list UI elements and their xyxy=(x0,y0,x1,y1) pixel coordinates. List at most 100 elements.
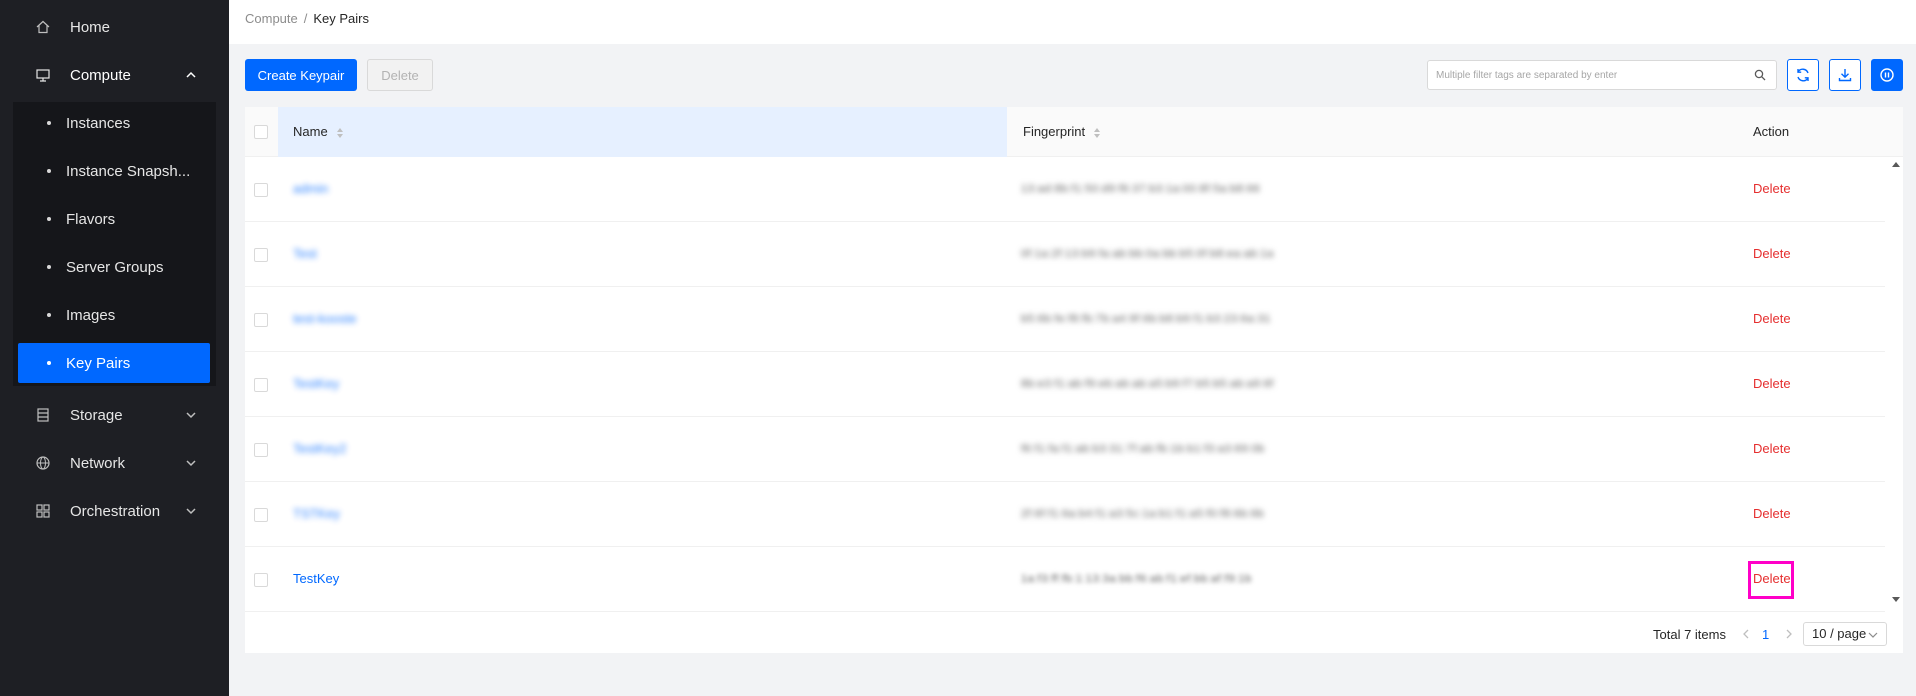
row-checkbox[interactable] xyxy=(254,313,268,327)
fingerprint-value: b5:6b:fe:f8:fb:7b:a4:9f:6b:b8:b9:f1:b3:2… xyxy=(1021,313,1271,325)
table-row: test-kooste b5:6b:fe:f8:fb:7b:a4:9f:6b:b… xyxy=(245,287,1885,352)
row-checkbox[interactable] xyxy=(254,443,268,457)
sidebar-item-instances[interactable]: Instances xyxy=(18,103,210,143)
bullet-icon xyxy=(47,217,51,221)
sidebar-item-key-pairs[interactable]: Key Pairs xyxy=(18,343,210,383)
delete-action-link[interactable]: Delete xyxy=(1753,311,1791,326)
column-header-fingerprint[interactable]: Fingerprint xyxy=(1023,124,1101,139)
home-icon xyxy=(36,20,50,34)
download-button[interactable] xyxy=(1829,59,1861,91)
breadcrumb-parent[interactable]: Compute xyxy=(245,11,298,26)
nav-network-label: Network xyxy=(70,454,126,472)
sort-icon xyxy=(336,127,343,138)
column-header-action: Action xyxy=(1753,124,1790,139)
nav-home[interactable]: Home xyxy=(0,3,229,51)
row-checkbox[interactable] xyxy=(254,573,268,587)
column-label: Fingerprint xyxy=(1023,124,1086,139)
grid-icon xyxy=(36,504,50,518)
table-header: Name Fingerprint Action xyxy=(245,107,1903,157)
delete-action-link[interactable]: Delete xyxy=(1753,441,1791,456)
page-number-current[interactable]: 1 xyxy=(1762,627,1769,642)
keypair-name-link[interactable]: TestKey xyxy=(293,571,339,586)
bullet-icon xyxy=(47,121,51,125)
storage-icon xyxy=(37,408,49,422)
keypair-name-link[interactable]: test-kooste xyxy=(293,311,357,326)
download-icon xyxy=(1838,69,1852,82)
nav-orchestration-label: Orchestration xyxy=(70,502,161,520)
nav-compute[interactable]: Compute xyxy=(0,51,229,99)
monitor-icon xyxy=(36,69,50,82)
refresh-button[interactable] xyxy=(1787,59,1819,91)
globe-icon xyxy=(36,456,50,470)
fingerprint-value: 2f:6f:f1:6a:b4:f1:a3:5c:1a:b1:f1:a5:f0:f… xyxy=(1021,508,1265,520)
sidebar-item-label: Images xyxy=(66,306,116,324)
chevron-down-icon xyxy=(186,412,196,419)
scroll-up-arrow-icon xyxy=(1892,162,1900,167)
breadcrumb-current: Key Pairs xyxy=(313,11,370,26)
keypair-name-link[interactable]: TestKey2 xyxy=(293,441,346,456)
vertical-scrollbar[interactable] xyxy=(1889,157,1903,607)
next-page-icon[interactable] xyxy=(1784,628,1794,640)
sidebar: Home Compute Instances Instance Snapsh..… xyxy=(0,0,229,696)
bullet-icon xyxy=(47,313,51,317)
sidebar-item-label: Flavors xyxy=(66,210,116,228)
delete-action-link[interactable]: Delete xyxy=(1753,246,1791,261)
sorted-column-highlight xyxy=(278,107,1007,157)
chevron-up-icon xyxy=(186,71,196,78)
sidebar-item-server-groups[interactable]: Server Groups xyxy=(18,247,210,287)
select-all-checkbox[interactable] xyxy=(254,125,268,139)
sidebar-item-label: Instance Snapsh... xyxy=(66,162,191,180)
table-row: TestKey 8b:e3:f1:ab:f9:eb:ab:ab:a5:b9:f7… xyxy=(245,352,1885,417)
pause-circle-icon xyxy=(1880,68,1894,82)
breadcrumb: Compute / Key Pairs xyxy=(245,11,369,26)
refresh-icon xyxy=(1797,68,1809,82)
table-row: TestKey2 f6:f1:fa:f1:ab:b3:31:7f:ab:fb:1… xyxy=(245,417,1885,482)
nav-home-label: Home xyxy=(70,18,111,36)
keypair-name-link[interactable]: TestKey xyxy=(293,376,339,391)
sidebar-item-flavors[interactable]: Flavors xyxy=(18,199,210,239)
row-checkbox[interactable] xyxy=(254,248,268,262)
pause-button[interactable] xyxy=(1871,59,1903,91)
nav-storage-label: Storage xyxy=(70,406,123,424)
nav-network[interactable]: Network xyxy=(0,439,229,487)
table-row: Test 0f:1a:2f:13:b9:fa:ab:bb:0a:bb:b5:0f… xyxy=(245,222,1885,287)
row-checkbox[interactable] xyxy=(254,378,268,392)
sidebar-item-label: Key Pairs xyxy=(66,354,131,372)
sidebar-item-instance-snapshots[interactable]: Instance Snapsh... xyxy=(18,151,210,191)
create-keypair-button[interactable]: Create Keypair xyxy=(245,59,357,91)
target-highlight-box xyxy=(1748,561,1794,599)
nav-compute-label: Compute xyxy=(70,66,131,84)
chevron-down-icon xyxy=(186,460,196,467)
column-label: Name xyxy=(293,124,328,139)
table-row: TSTKey 2f:6f:f1:6a:b4:f1:a3:5c:1a:b1:f1:… xyxy=(245,482,1885,547)
keypair-name-link[interactable]: Test xyxy=(293,246,317,261)
page-size-select[interactable]: 10 / page xyxy=(1803,622,1887,646)
delete-button[interactable]: Delete xyxy=(367,59,433,91)
search-input[interactable] xyxy=(1436,67,1736,83)
fingerprint-value: 0f:1a:2f:13:b9:fa:ab:bb:0a:bb:b5:0f:b8:e… xyxy=(1021,248,1274,260)
sidebar-item-images[interactable]: Images xyxy=(18,295,210,335)
prev-page-icon[interactable] xyxy=(1741,628,1751,640)
search-icon[interactable] xyxy=(1754,69,1766,81)
row-checkbox[interactable] xyxy=(254,508,268,522)
keypair-name-link[interactable]: TSTKey xyxy=(293,506,340,521)
breadcrumb-separator: / xyxy=(303,11,308,26)
fingerprint-value: 8b:e3:f1:ab:f9:eb:ab:ab:a5:b9:f7:b5:b5:a… xyxy=(1021,378,1274,390)
bullet-icon xyxy=(47,169,51,173)
delete-action-link[interactable]: Delete xyxy=(1753,506,1791,521)
sidebar-item-label: Server Groups xyxy=(66,258,164,276)
bullet-icon xyxy=(47,361,51,365)
column-header-name[interactable]: Name xyxy=(293,124,344,139)
keypair-name-link[interactable]: admin xyxy=(293,181,328,196)
chevron-down-icon xyxy=(1868,632,1878,638)
fingerprint-value: 13:ad:8b:f1:50:d9:f6:37:b3:1a:00:8f:5a:b… xyxy=(1021,183,1261,195)
search-box xyxy=(1427,60,1777,90)
bullet-icon xyxy=(47,265,51,269)
delete-action-link[interactable]: Delete xyxy=(1753,181,1791,196)
delete-action-link[interactable]: Delete xyxy=(1753,376,1791,391)
row-checkbox[interactable] xyxy=(254,183,268,197)
fingerprint-value: f6:f1:fa:f1:ab:b3:31:7f:ab:fb:1b:b1:f3:a… xyxy=(1021,443,1265,455)
nav-orchestration[interactable]: Orchestration xyxy=(0,487,229,535)
nav-storage[interactable]: Storage xyxy=(0,391,229,439)
sort-icon xyxy=(1094,127,1101,138)
